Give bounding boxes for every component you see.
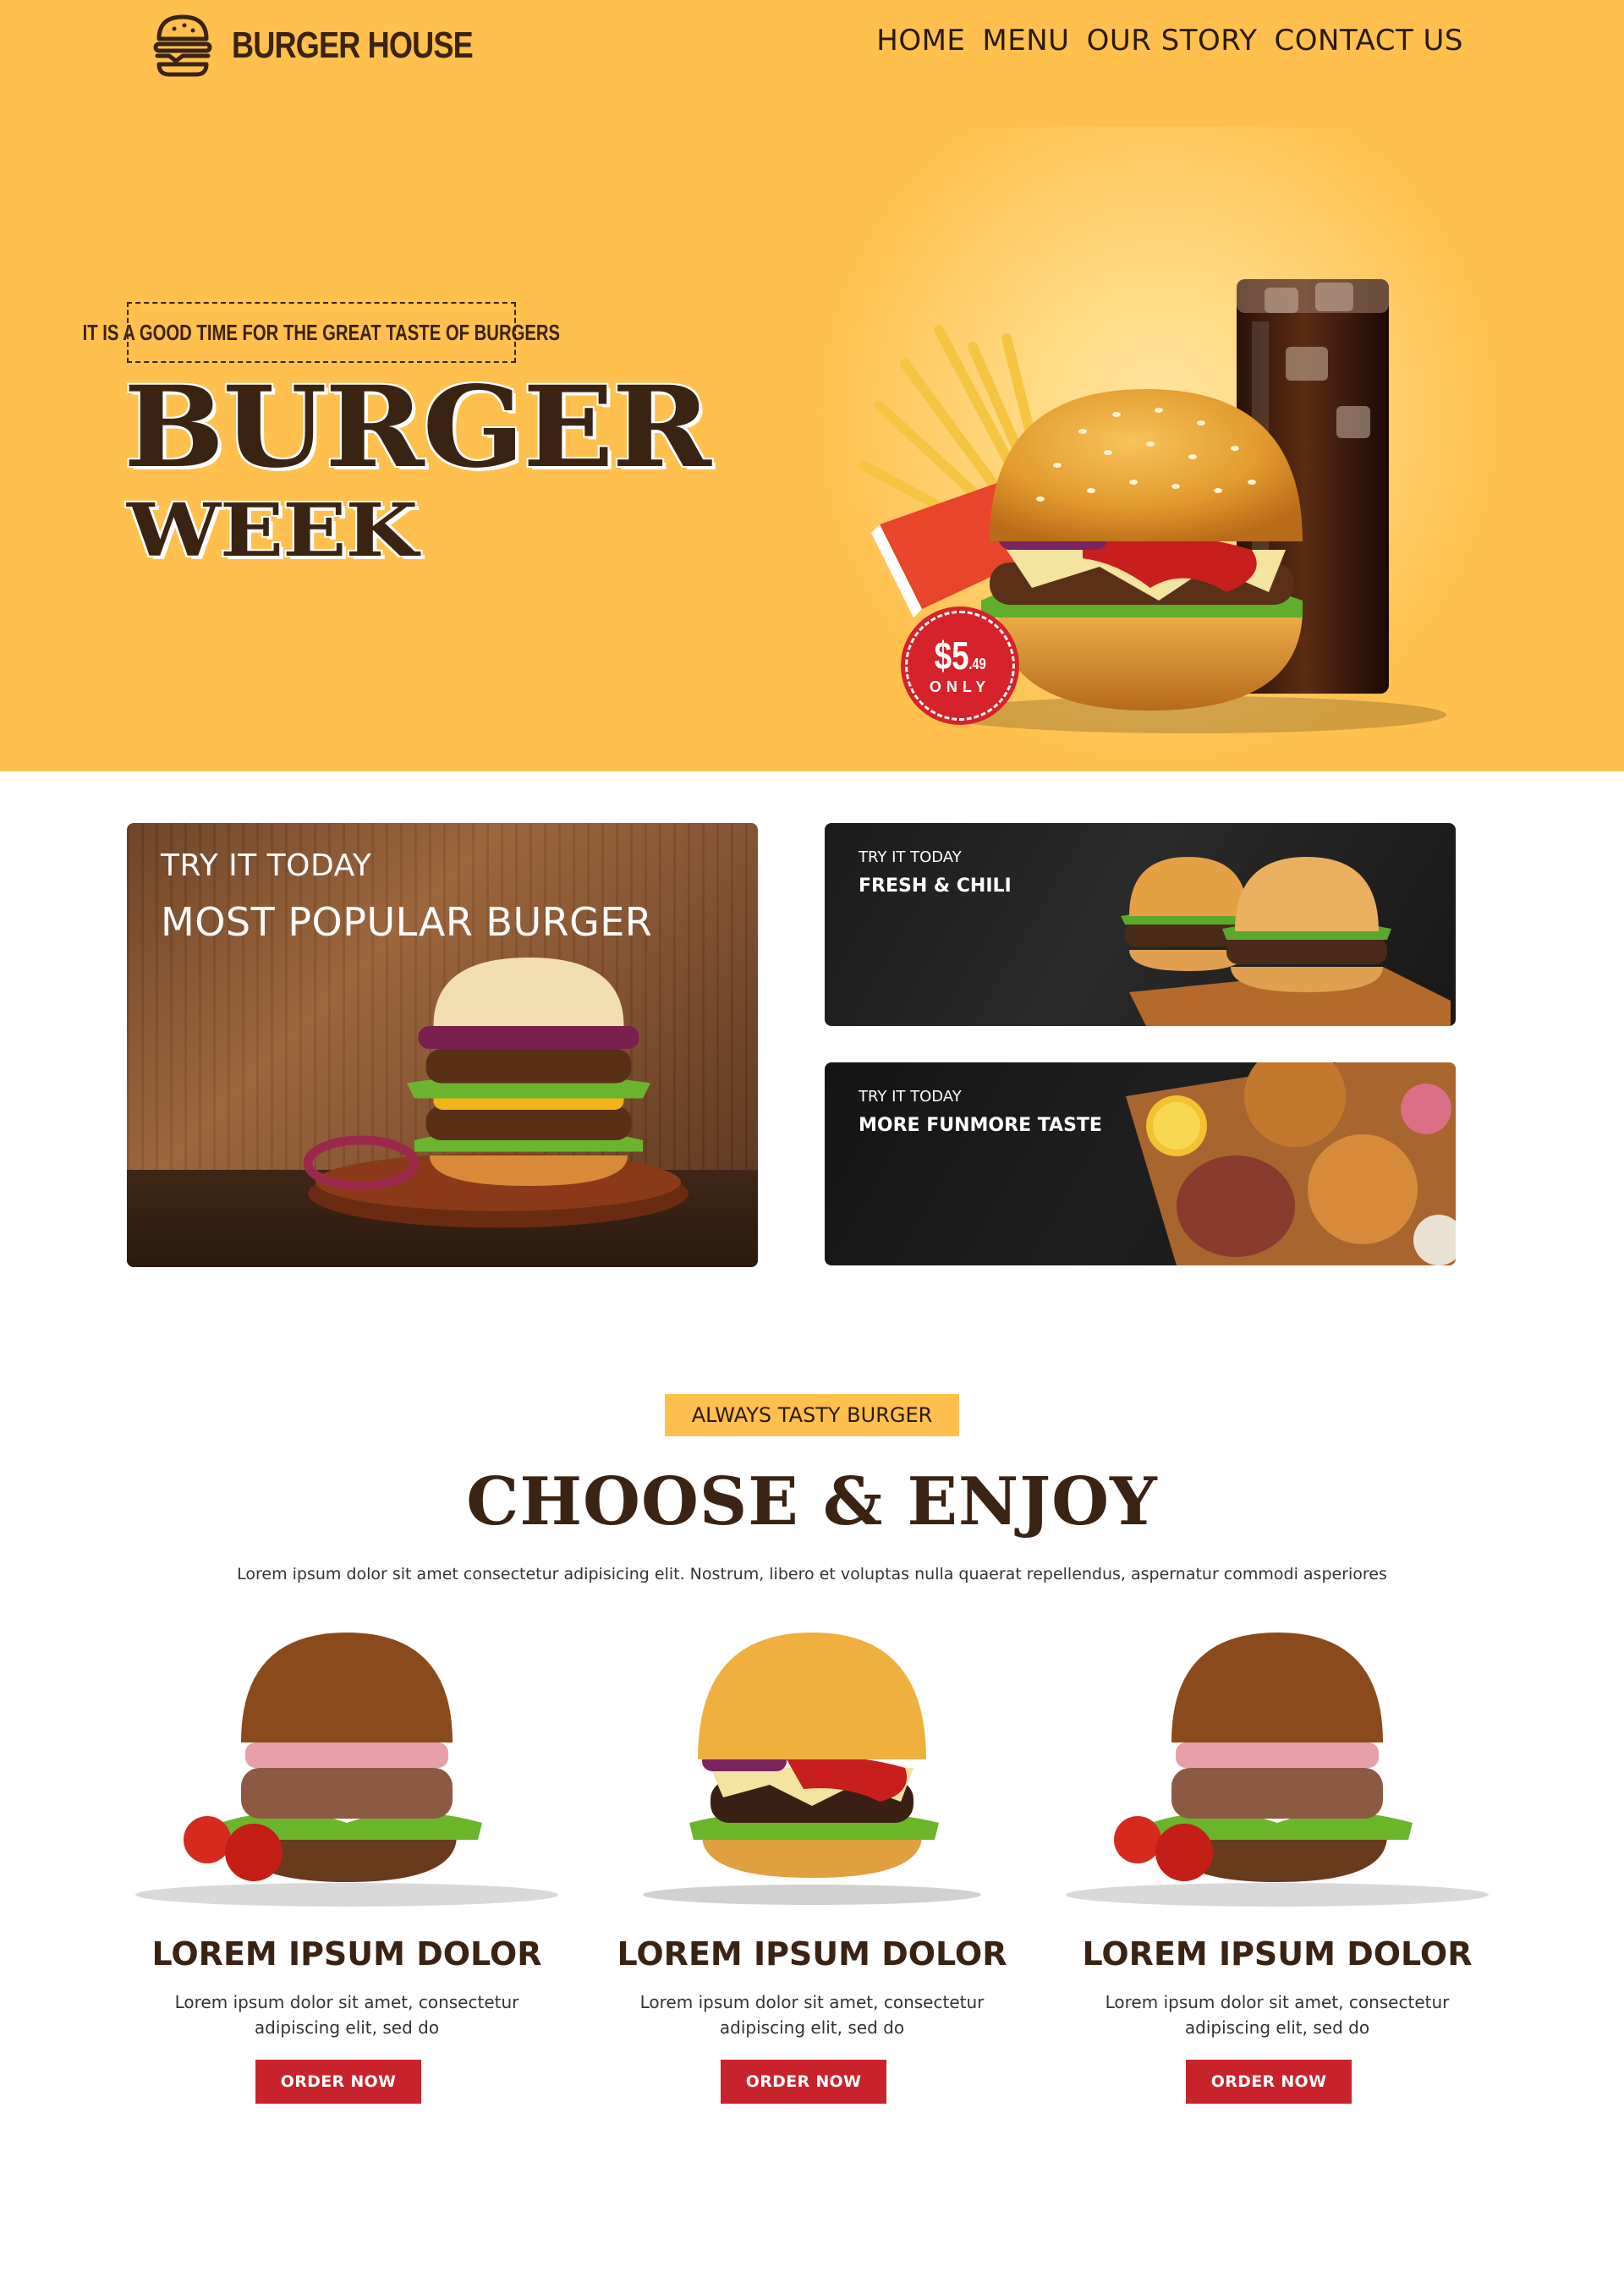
promo-kicker: TRY IT TODAY	[161, 848, 372, 883]
popular-burger-image	[303, 958, 689, 1228]
product-name: LOREM IPSUM DOLOR	[617, 1935, 1007, 1973]
promo-card-fresh-chili[interactable]: TRY IT TODAY FRESH & CHILI	[825, 823, 1456, 1026]
product-burger-image	[135, 1633, 558, 1907]
product-name: LOREM IPSUM DOLOR	[151, 1935, 542, 1973]
price-badge: $5.49 ONLY	[905, 611, 1015, 721]
section-description: Lorem ipsum dolor sit amet consectetur a…	[237, 1565, 1387, 1583]
order-now-button[interactable]: ORDER NOW	[1186, 2060, 1352, 2104]
section-chip: ALWAYS TASTY BURGER	[665, 1394, 959, 1436]
product-description: Lorem ipsum dolor sit amet, consectetur …	[174, 1992, 519, 2038]
product-burger-image	[643, 1633, 981, 1905]
nav-our-story[interactable]: OUR STORY	[1087, 24, 1258, 58]
order-now-button[interactable]: ORDER NOW	[255, 2060, 421, 2104]
promo-title: MOST POPULAR BURGER	[161, 899, 653, 945]
section-title: CHOOSE & ENJOY	[466, 1463, 1158, 1540]
fresh-chili-burgers-image	[1121, 857, 1451, 1026]
promo-title: MORE FUNMORE TASTE	[859, 1115, 1102, 1136]
order-now-button[interactable]: ORDER NOW	[721, 2060, 886, 2104]
brand-name: BURGER HOUSE	[232, 25, 474, 66]
nav-menu[interactable]: MENU	[982, 24, 1069, 58]
burger-icon	[153, 14, 212, 77]
product-description: Lorem ipsum dolor sit amet, consectetur …	[639, 1992, 985, 2038]
hero-title-week: WEEK	[127, 488, 418, 573]
promo-card-most-popular[interactable]: TRY IT TODAY MOST POPULAR BURGER	[127, 823, 758, 1267]
burger-ingredients-image	[1126, 1062, 1456, 1265]
price-amount: $5.49	[934, 633, 986, 678]
nav-contact-us[interactable]: CONTACT US	[1274, 24, 1463, 58]
nav-home[interactable]: HOME	[876, 24, 965, 58]
product-burger-image	[1066, 1633, 1489, 1907]
product-description: Lorem ipsum dolor sit amet, consectetur …	[1105, 1992, 1450, 2038]
hero-title-burger: BURGER	[123, 362, 711, 493]
main-nav: HOME MENU OUR STORY CONTACT US	[876, 24, 1463, 58]
hero-tagline: IT IS A GOOD TIME FOR THE GREAT TASTE OF…	[82, 319, 561, 345]
product-card: LOREM IPSUM DOLOR Lorem ipsum dolor sit …	[584, 1624, 1040, 2132]
hero-tagline-box: IT IS A GOOD TIME FOR THE GREAT TASTE OF…	[83, 302, 560, 363]
product-name: LOREM IPSUM DOLOR	[1082, 1935, 1473, 1973]
section-chip-label: ALWAYS TASTY BURGER	[691, 1403, 933, 1427]
product-card: LOREM IPSUM DOLOR Lorem ipsum dolor sit …	[1049, 1624, 1506, 2132]
price-label: ONLY	[929, 678, 991, 695]
promo-title: FRESH & CHILI	[859, 875, 1012, 897]
product-card: LOREM IPSUM DOLOR Lorem ipsum dolor sit …	[118, 1624, 575, 2132]
promo-card-more-taste[interactable]: TRY IT TODAY MORE FUNMORE TASTE	[825, 1062, 1456, 1265]
brand-logo[interactable]: BURGER HOUSE	[152, 12, 525, 80]
promo-kicker: TRY IT TODAY	[859, 1088, 962, 1106]
hero-section: BURGER HOUSE HOME MENU OUR STORY CONTACT…	[0, 0, 1624, 771]
promo-kicker: TRY IT TODAY	[859, 848, 962, 866]
